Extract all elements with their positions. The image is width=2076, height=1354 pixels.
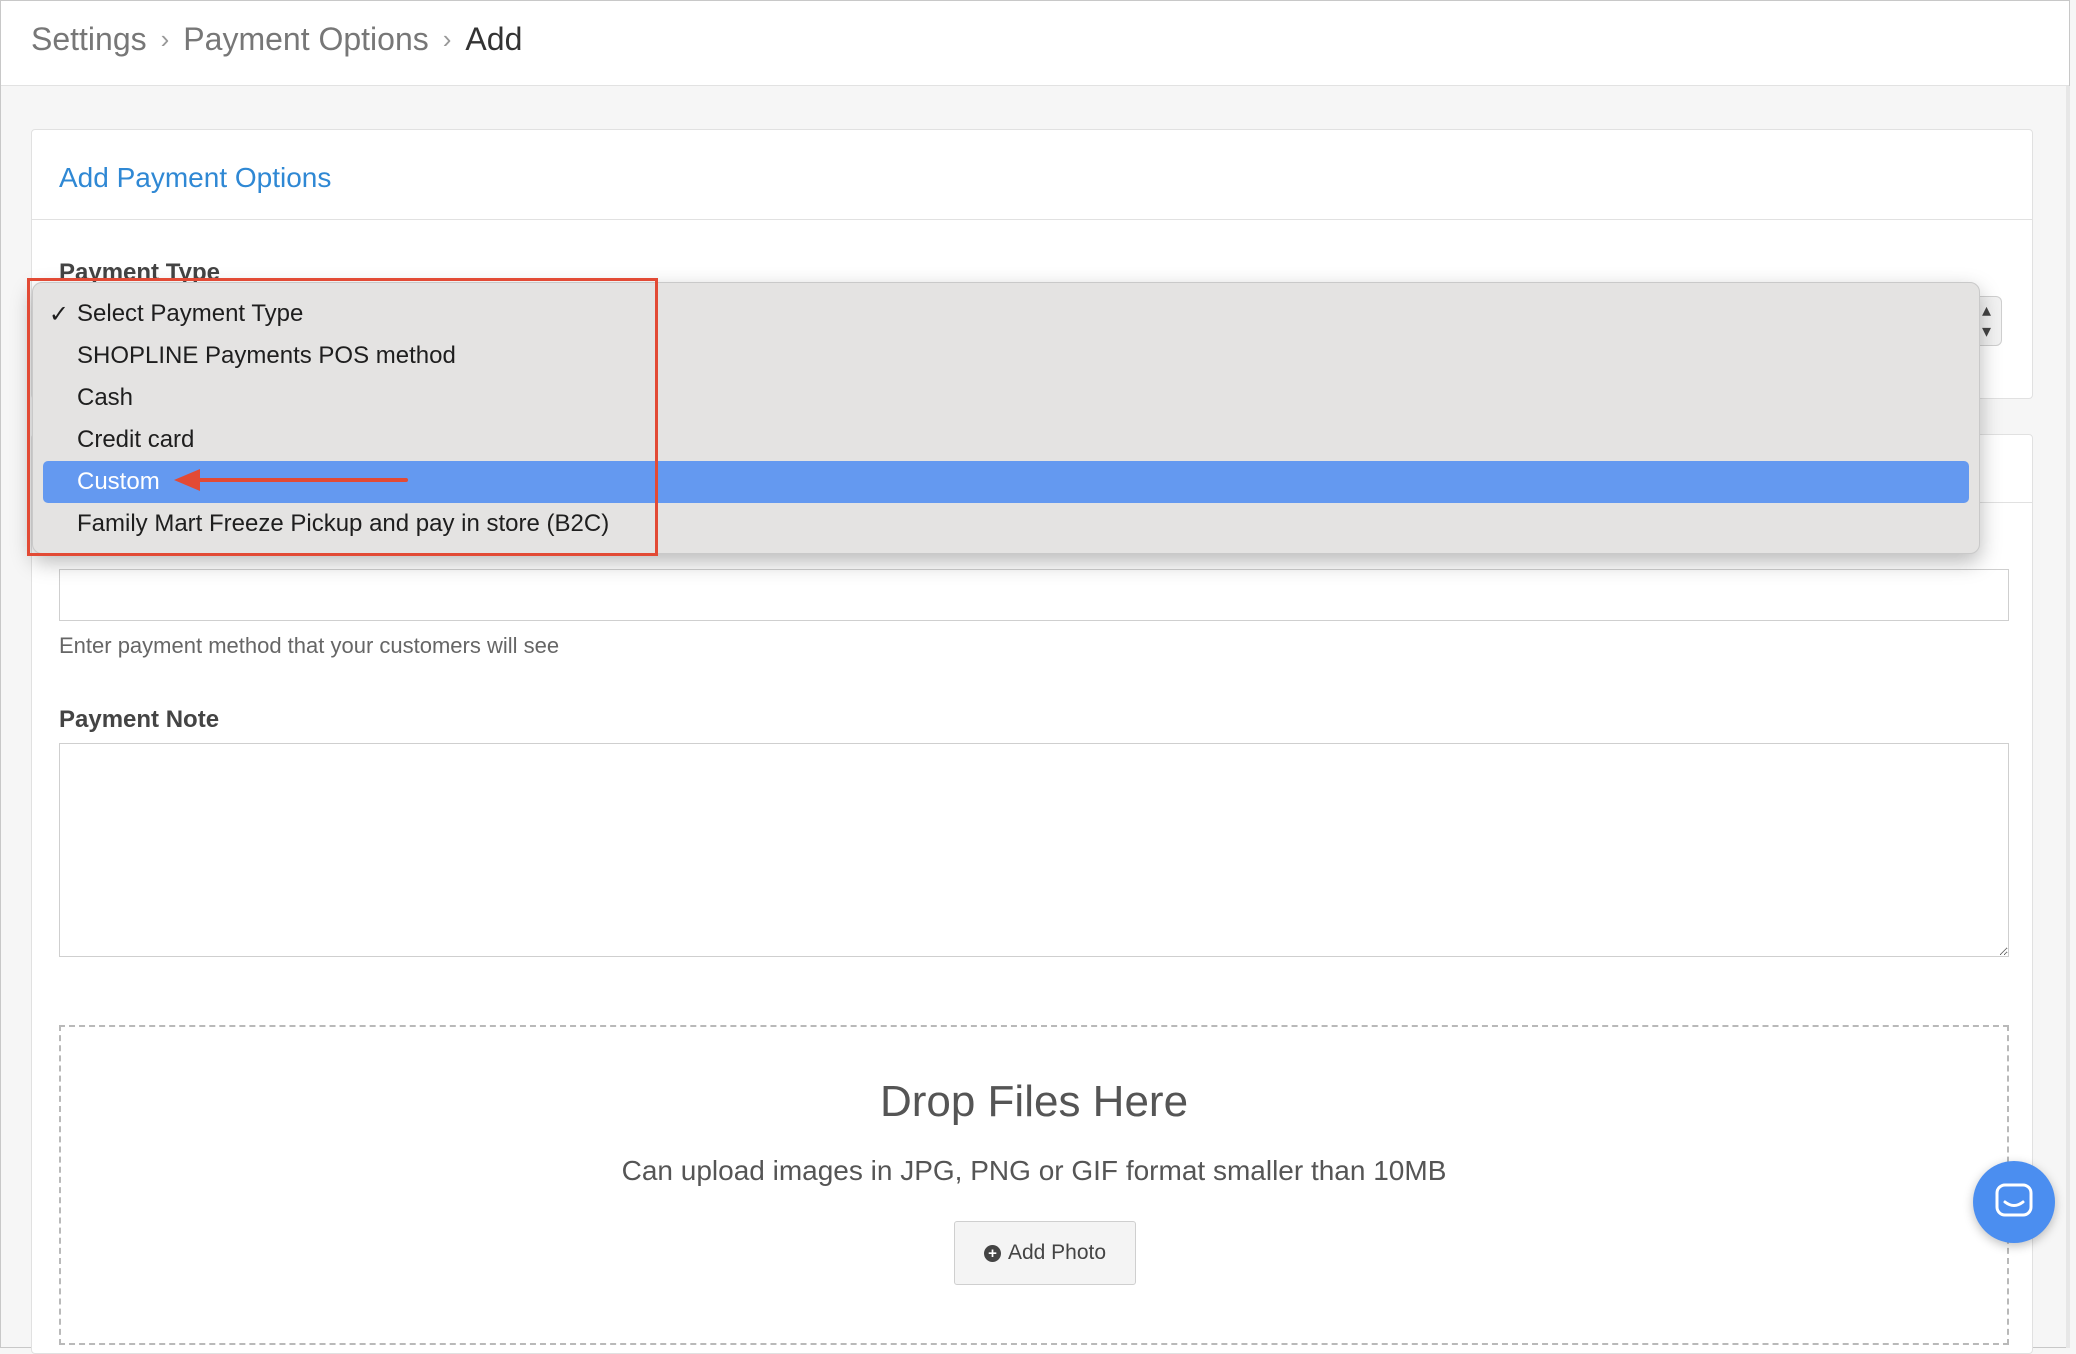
card-title: Add Payment Options	[59, 162, 332, 193]
dropdown-option-shopline-payments[interactable]: SHOPLINE Payments POS method	[43, 335, 1969, 377]
breadcrumb-settings[interactable]: Settings	[31, 21, 147, 58]
payment-note-label: Payment Note	[59, 706, 220, 733]
add-photo-label: Add Photo	[1007, 1241, 1107, 1264]
chevron-right-icon: ›	[160, 24, 170, 54]
file-dropzone[interactable]: Drop Files Here Can upload images in JPG…	[59, 1025, 2009, 1345]
dropdown-option-cash[interactable]: Cash	[43, 377, 1969, 419]
option-label: Custom	[77, 468, 160, 495]
dropdown-option-credit-card[interactable]: Credit card	[43, 419, 1969, 461]
payment-note-textarea[interactable]	[59, 743, 2009, 957]
page-header: Settings › Payment Options › Add	[1, 1, 2069, 86]
chat-bubble-icon	[1995, 1183, 2033, 1217]
breadcrumb-payment-options[interactable]: Payment Options	[183, 21, 428, 58]
payment-details-card: Enter payment method that your customers…	[31, 434, 2033, 1354]
option-label: Credit card	[77, 426, 195, 453]
payment-type-dropdown[interactable]: ✓ Select Payment Type SHOPLINE Payments …	[32, 282, 1980, 554]
option-label: Family Mart Freeze Pickup and pay in sto…	[77, 510, 610, 537]
breadcrumb: Settings › Payment Options › Add	[31, 21, 522, 58]
payment-name-help: Enter payment method that your customers…	[59, 633, 560, 658]
add-photo-button[interactable]: + Add Photo	[954, 1221, 1136, 1285]
chevron-right-icon: ›	[442, 24, 452, 54]
chat-launcher-button[interactable]	[1973, 1161, 2055, 1243]
option-label: Select Payment Type	[77, 300, 304, 327]
dropdown-option-family-mart[interactable]: Family Mart Freeze Pickup and pay in sto…	[43, 503, 1969, 545]
option-label: Cash	[77, 384, 134, 411]
annotation-arrow-icon	[174, 469, 408, 491]
option-label: SHOPLINE Payments POS method	[77, 342, 456, 369]
checkmark-icon: ✓	[48, 300, 69, 328]
dropzone-title: Drop Files Here	[879, 1077, 1189, 1126]
breadcrumb-current: Add	[465, 21, 523, 57]
dropdown-option-select-payment-type[interactable]: ✓ Select Payment Type	[43, 293, 1969, 335]
scrollbar-track[interactable]	[2066, 86, 2070, 1348]
dropzone-subtitle: Can upload images in JPG, PNG or GIF for…	[621, 1155, 1447, 1186]
card-divider	[32, 219, 2032, 220]
plus-circle-icon: +	[983, 1244, 1001, 1262]
payment-name-input[interactable]	[59, 569, 2009, 621]
